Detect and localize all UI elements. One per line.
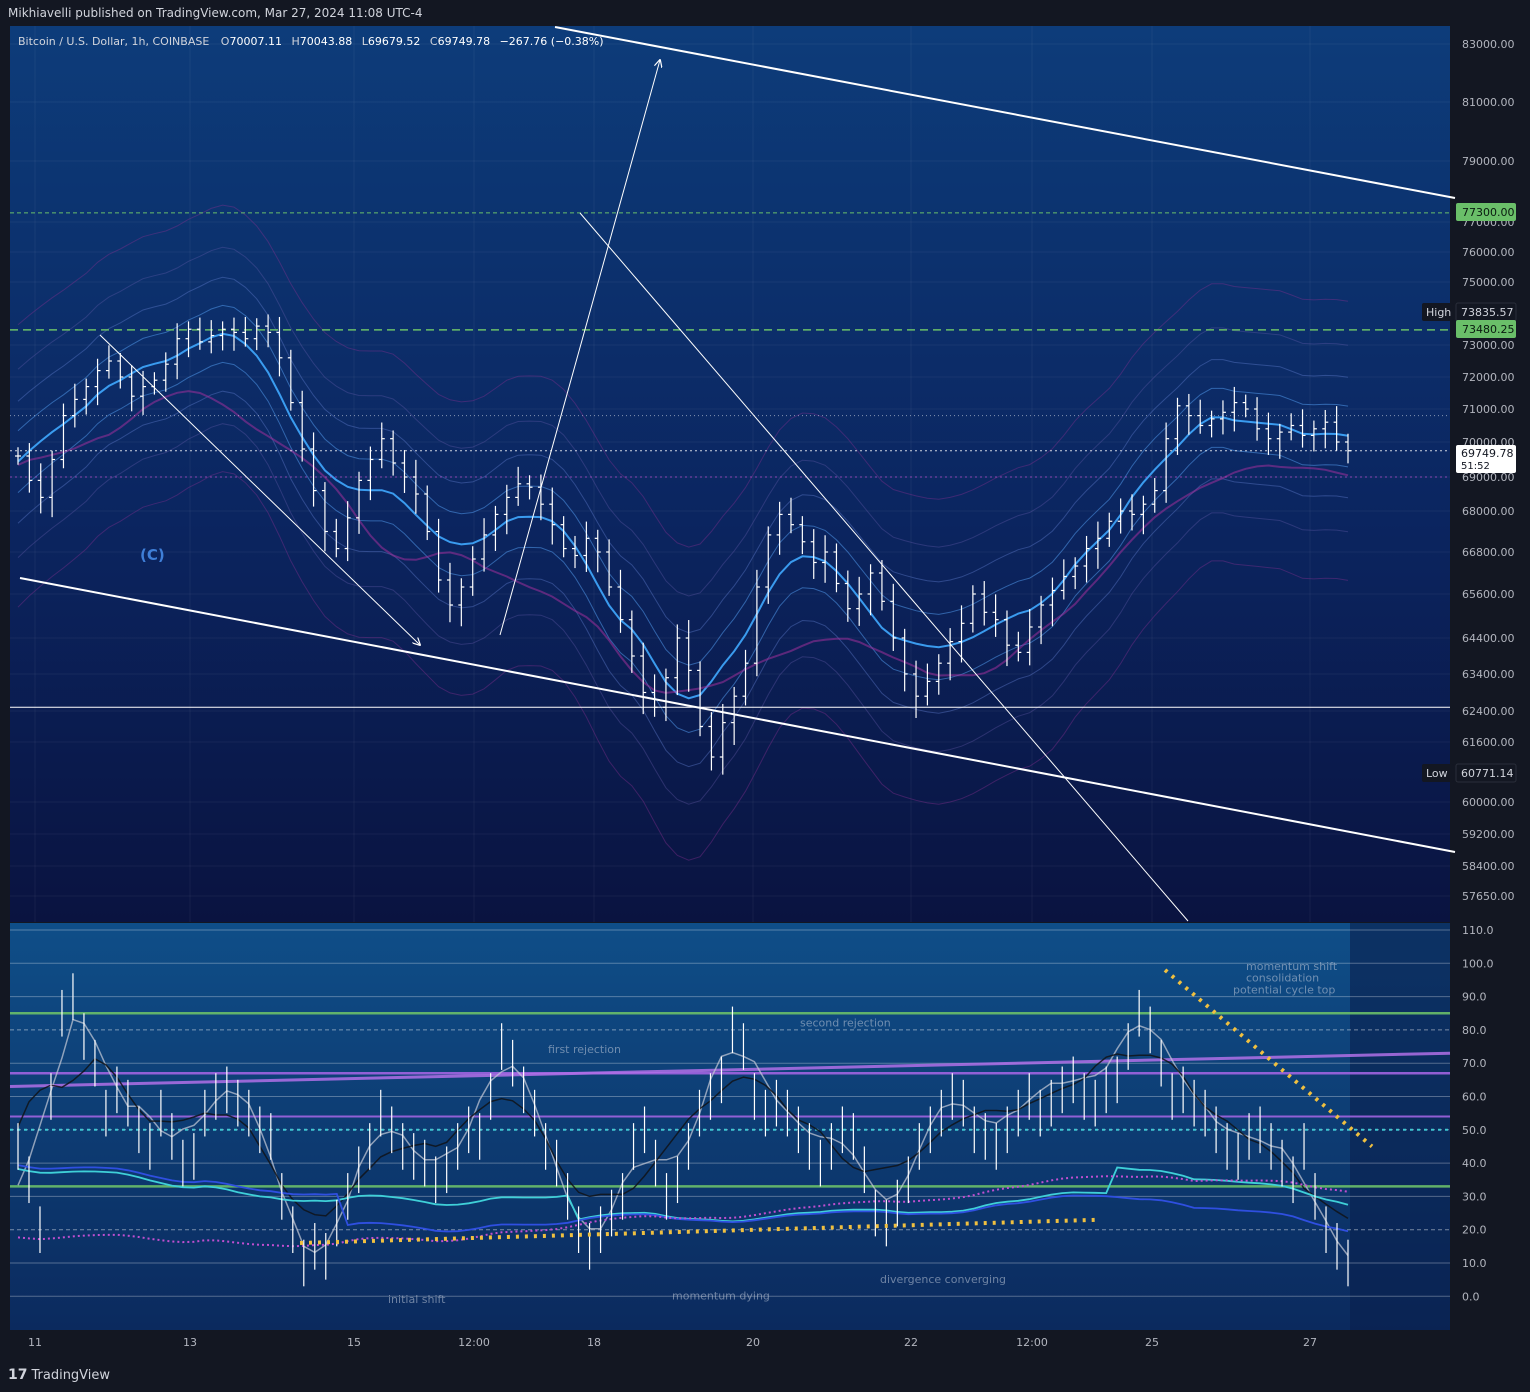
main-pane-bg [10,26,1450,922]
osc-tick-1: 100.0 [1462,957,1494,970]
time-tick-6: 22 [904,1336,918,1349]
bottom-axis-bg [0,1330,1530,1358]
legend-close-value: 69749.78 [438,35,491,48]
time-tick-0: 11 [28,1336,42,1349]
legend-low-value: 69679.52 [368,35,421,48]
publisher-text: Mikhiavelli published on TradingView.com… [8,6,423,20]
price-tick-4: 76000.00 [1462,246,1515,259]
osc-tick-10: 10.0 [1462,1257,1487,1270]
svg-text:77300.00: 77300.00 [1462,206,1515,219]
chart-canvas[interactable]: (C) first rejection second rejection initi… [0,26,1530,1358]
price-tick-7: 72000.00 [1462,371,1515,384]
price-tag-0: 77300.00 [1456,203,1516,221]
chart-root: Mikhiavelli published on TradingView.com… [0,0,1530,1392]
svg-text:Low: Low [1426,767,1448,780]
svg-text:51:52: 51:52 [1461,461,1490,472]
price-tag-4: Low 60771.14 [1422,763,1517,783]
time-tick-8: 25 [1145,1336,1159,1349]
time-tick-1: 13 [183,1336,197,1349]
price-tick-11: 68000.00 [1462,505,1515,518]
svg-text:73480.25: 73480.25 [1462,323,1515,336]
osc-annotation-7: potential cycle top [1233,983,1335,996]
legend-symbol: Bitcoin / U.S. Dollar, 1h, COINBASE [18,35,209,48]
osc-tick-2: 90.0 [1462,991,1487,1004]
osc-tick-5: 60.0 [1462,1091,1487,1104]
osc-tick-3: 80.0 [1462,1024,1487,1037]
price-tick-21: 57650.00 [1462,890,1515,903]
legend-line: Bitcoin / U.S. Dollar, 1h, COINBASE O700… [18,35,604,48]
osc-tick-4: 70.0 [1462,1057,1487,1070]
price-tick-2: 79000.00 [1462,155,1515,168]
price-tag-2: 73480.25 [1456,320,1516,338]
osc-tick-0: 110.0 [1462,924,1494,937]
time-tick-7: 12:00 [1016,1336,1048,1349]
price-tick-12: 66800.00 [1462,546,1515,559]
tv-logo-icon: 𝟭𝟳 [8,1367,28,1383]
legend-open-label: O [221,35,230,48]
price-tick-16: 62400.00 [1462,705,1515,718]
price-tick-8: 71000.00 [1462,403,1515,416]
price-tick-14: 64400.00 [1462,632,1515,645]
legend-high-value: 70043.88 [300,35,353,48]
price-tick-18: 60000.00 [1462,796,1515,809]
price-tick-6: 73000.00 [1462,339,1515,352]
time-tick-3: 12:00 [458,1336,490,1349]
osc-annotation-1: second rejection [800,1017,891,1030]
svg-text:73835.57: 73835.57 [1461,306,1514,319]
left-margin [0,26,10,1330]
legend-change: −267.76 (−0.38%) [500,35,604,48]
brand-name: TradingView [31,1367,111,1383]
osc-tick-9: 20.0 [1462,1224,1487,1237]
legend-open-value: 70007.11 [229,35,282,48]
price-tick-0: 83000.00 [1462,38,1515,51]
price-tick-5: 75000.00 [1462,276,1515,289]
publisher-header: Mikhiavelli published on TradingView.com… [0,0,1530,26]
svg-text:60771.14: 60771.14 [1461,767,1514,780]
time-tick-4: 18 [587,1336,601,1349]
osc-annotation-2: initial shift [388,1293,446,1306]
legend-high-label: H [291,35,299,48]
tradingview-logo[interactable]: 𝟭𝟳 TradingView [8,1367,110,1383]
price-tag-1: High 73835.57 [1422,302,1517,322]
svg-text:69749.78: 69749.78 [1461,447,1514,460]
footer: 𝟭𝟳 TradingView [0,1358,1530,1392]
wave-label-c: (C) [140,546,165,564]
osc-annotation-0: first rejection [548,1043,621,1056]
osc-tick-7: 40.0 [1462,1157,1487,1170]
price-tick-13: 65600.00 [1462,588,1515,601]
osc-annotation-4: divergence converging [880,1273,1006,1286]
osc-pane-shade [1350,923,1450,1330]
price-tick-17: 61600.00 [1462,736,1515,749]
osc-tick-8: 30.0 [1462,1190,1487,1203]
price-tag-3: 69749.7851:52 [1456,445,1516,473]
time-tick-2: 15 [347,1336,361,1349]
time-tick-5: 20 [746,1336,760,1349]
time-tick-9: 27 [1303,1336,1317,1349]
price-tick-20: 58400.00 [1462,860,1515,873]
svg-text:High: High [1426,306,1451,319]
osc-tick-6: 50.0 [1462,1124,1487,1137]
price-tick-19: 59200.00 [1462,828,1515,841]
price-tick-1: 81000.00 [1462,96,1515,109]
osc-tick-11: 0.0 [1462,1290,1480,1303]
osc-annotation-3: momentum dying [672,1290,770,1303]
price-tick-15: 63400.00 [1462,668,1515,681]
